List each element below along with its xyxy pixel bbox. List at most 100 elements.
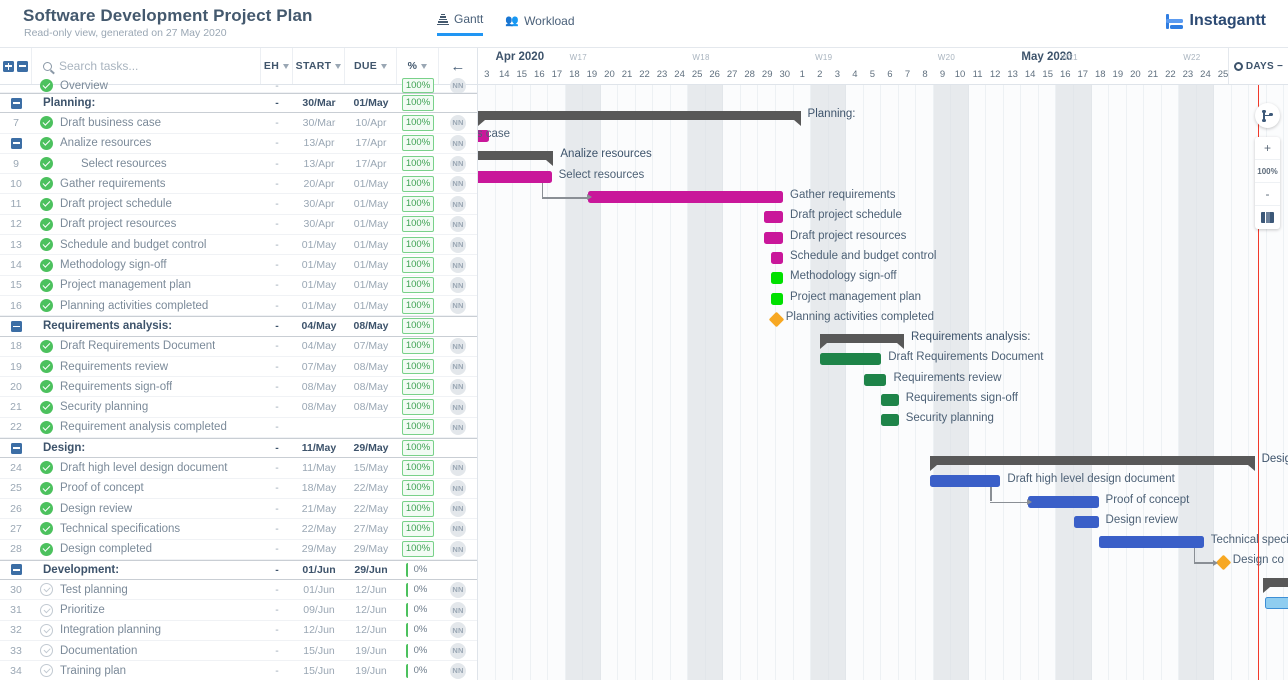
avatar[interactable]: NN	[450, 602, 466, 618]
row-collapse-toggle[interactable]	[0, 443, 32, 454]
avatar[interactable]: NN	[450, 379, 466, 395]
row-collapse-toggle[interactable]	[0, 321, 32, 332]
gantt-task-bar[interactable]	[764, 232, 783, 244]
brand-logo[interactable]: Instagantt	[1166, 12, 1266, 30]
task-name-cell[interactable]: Prioritize	[32, 604, 261, 617]
gantt-task-bar[interactable]	[1099, 536, 1204, 548]
avatar[interactable]: NN	[450, 298, 466, 314]
table-row[interactable]: 31Prioritize-09/Jun12/Jun0%NN	[0, 600, 477, 620]
gantt-task-bar[interactable]	[881, 414, 899, 426]
task-name-cell[interactable]: Requirements review	[32, 360, 261, 373]
table-row[interactable]: 7Draft business case-30/Mar10/Apr100%NN	[0, 113, 477, 133]
task-name-cell[interactable]: Integration planning	[32, 624, 261, 637]
gantt-summary-bar[interactable]	[478, 111, 801, 120]
table-row[interactable]: 18Draft Requirements Document-04/May07/M…	[0, 337, 477, 357]
task-incomplete-icon[interactable]	[40, 624, 53, 637]
task-complete-icon[interactable]	[40, 502, 53, 515]
gantt-task-bar[interactable]	[930, 475, 1000, 487]
avatar[interactable]: NN	[450, 663, 466, 679]
table-row[interactable]: Overview-100%NN	[0, 79, 477, 93]
task-complete-icon[interactable]	[40, 198, 53, 211]
task-name-cell[interactable]: Gather requirements	[32, 177, 261, 190]
task-complete-icon[interactable]	[40, 218, 53, 231]
task-name-cell[interactable]: Technical specifications	[32, 522, 261, 535]
task-name-cell[interactable]: Security planning	[32, 401, 261, 414]
avatar[interactable]: NN	[450, 156, 466, 172]
table-row[interactable]: 25Proof of concept-18/May22/May100%NN	[0, 479, 477, 499]
task-complete-icon[interactable]	[40, 137, 53, 150]
task-group-row[interactable]: Planning:-30/Mar01/May100%	[0, 93, 477, 113]
avatar[interactable]: NN	[450, 237, 466, 253]
gantt-task-bar[interactable]	[588, 191, 783, 203]
table-row[interactable]: 24Draft high level design document-11/Ma…	[0, 458, 477, 478]
zoom-out-button[interactable]: -	[1255, 183, 1280, 206]
table-row[interactable]: 12Draft project resources-30/Apr01/May10…	[0, 215, 477, 235]
avatar[interactable]: NN	[450, 257, 466, 273]
gantt-task-bar[interactable]	[478, 171, 552, 183]
table-row[interactable]: 11Draft project schedule-30/Apr01/May100…	[0, 194, 477, 214]
task-name-cell[interactable]: Development:	[32, 564, 261, 576]
gantt-summary-bar[interactable]	[478, 151, 553, 160]
collapse-icon[interactable]	[11, 98, 22, 109]
table-row[interactable]: 22Requirement analysis completed-100%NN	[0, 418, 477, 438]
task-complete-icon[interactable]	[40, 461, 53, 474]
task-name-cell[interactable]: Training plan	[32, 664, 261, 677]
tab-gantt[interactable]: Gantt	[437, 12, 483, 36]
avatar[interactable]: NN	[450, 582, 466, 598]
task-name-cell[interactable]: Methodology sign-off	[32, 259, 261, 272]
task-name-cell[interactable]: Schedule and budget control	[32, 238, 261, 251]
avatar[interactable]: NN	[450, 460, 466, 476]
timescale-selector[interactable]: DAYS −	[1228, 48, 1288, 85]
task-name-cell[interactable]: Draft business case	[32, 116, 261, 129]
task-name-cell[interactable]: Proof of concept	[32, 482, 261, 495]
task-complete-icon[interactable]	[40, 360, 53, 373]
avatar[interactable]: NN	[450, 216, 466, 232]
gantt-task-bar[interactable]	[771, 272, 783, 284]
task-name-cell[interactable]: Draft high level design document	[32, 461, 261, 474]
table-row[interactable]: 15Project management plan-01/May01/May10…	[0, 276, 477, 296]
avatar[interactable]: NN	[450, 135, 466, 151]
task-complete-icon[interactable]	[40, 279, 53, 292]
task-complete-icon[interactable]	[40, 543, 53, 556]
row-collapse-toggle[interactable]	[0, 564, 32, 575]
dependency-toggle-button[interactable]	[1255, 103, 1280, 128]
gantt-task-bar[interactable]	[771, 293, 783, 305]
expand-all-button[interactable]	[3, 61, 14, 72]
task-name-cell[interactable]: Design:	[32, 442, 261, 454]
avatar[interactable]: NN	[450, 501, 466, 517]
task-name-cell[interactable]: Requirements sign-off	[32, 380, 261, 393]
search-input[interactable]	[59, 59, 254, 73]
table-row[interactable]: 21Security planning-08/May08/May100%NN	[0, 397, 477, 417]
task-name-cell[interactable]: Planning activities completed	[32, 299, 261, 312]
collapse-icon[interactable]	[11, 443, 22, 454]
task-incomplete-icon[interactable]	[40, 664, 53, 677]
table-row[interactable]: 26Design review-21/May22/May100%NN	[0, 499, 477, 519]
gantt-summary-bar[interactable]	[820, 334, 904, 343]
zoom-in-button[interactable]: +	[1255, 137, 1280, 160]
task-name-cell[interactable]: Planning:	[32, 97, 261, 109]
task-complete-icon[interactable]	[40, 299, 53, 312]
avatar[interactable]: NN	[450, 643, 466, 659]
gantt-task-bar[interactable]	[771, 252, 783, 264]
task-incomplete-icon[interactable]	[40, 644, 53, 657]
gantt-task-bar[interactable]	[864, 374, 887, 386]
gantt-summary-bar[interactable]	[1263, 578, 1288, 587]
avatar[interactable]: NN	[450, 622, 466, 638]
gantt-task-bar[interactable]	[820, 353, 881, 365]
task-name-cell[interactable]: Documentation	[32, 644, 261, 657]
task-name-cell[interactable]: Requirement analysis completed	[32, 421, 261, 434]
task-complete-icon[interactable]	[40, 522, 53, 535]
table-row[interactable]: 9Select resources-13/Apr17/Apr100%NN	[0, 154, 477, 174]
avatar[interactable]: NN	[450, 359, 466, 375]
task-complete-icon[interactable]	[40, 340, 53, 353]
gantt-task-bar[interactable]	[1265, 597, 1288, 609]
task-complete-icon[interactable]	[40, 116, 53, 129]
collapse-icon[interactable]	[11, 564, 22, 575]
task-complete-icon[interactable]	[40, 79, 53, 92]
table-row[interactable]: Analize resources-13/Apr17/Apr100%NN	[0, 134, 477, 154]
avatar[interactable]: NN	[450, 399, 466, 415]
avatar[interactable]: NN	[450, 196, 466, 212]
task-name-cell[interactable]: Overview	[32, 79, 261, 92]
table-row[interactable]: 20Requirements sign-off-08/May08/May100%…	[0, 377, 477, 397]
table-row[interactable]: 28Design completed-29/May29/May100%NN	[0, 540, 477, 560]
